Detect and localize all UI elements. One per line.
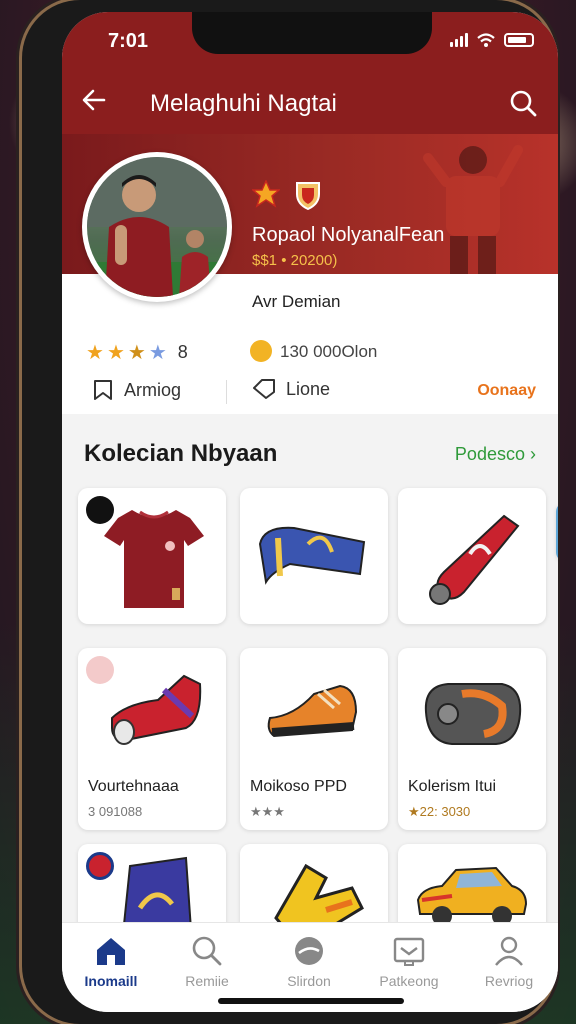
boot-icon [111,674,202,745]
nav-tab-home[interactable]: Inomaill [66,935,156,989]
collection-item-card[interactable]: Moikoso PPD ★★★ [240,648,388,830]
item-meta: ★★★ [250,804,285,819]
nav-label: Inomaill [84,973,138,989]
inbox-icon [393,937,425,966]
nav-label: Slirdon [287,973,331,989]
collection-item-card[interactable] [240,488,388,624]
profile-action-row: Armiog Lione Oonaay [62,370,558,414]
scarf-icon [258,526,366,585]
collection-section-header: Kolecian Nbyaan Podesco › [62,414,558,484]
nav-label: Revriog [484,973,534,989]
page-title: Melaghuhi Nagtai [150,90,337,117]
star-filled-icon: ★ [106,341,125,364]
ball-icon [295,937,323,965]
search-icon [510,90,537,117]
camera-notch [192,12,432,54]
nav-label: Patkeong [379,973,439,989]
item-meta: ★22: 3030 [408,804,471,819]
rating-number: 8 [177,342,188,362]
action-secondary-label: Lione [286,378,331,399]
avatar-photo [87,157,227,297]
app-bar: Melaghuhi Nagtai [62,72,558,134]
club-shield-icon [296,182,320,210]
arrow-left-icon [82,89,106,111]
shin-guard-icon [429,514,520,605]
collection-item-card-partial[interactable] [556,502,558,562]
player-avatar[interactable] [82,152,232,302]
action-button-secondary[interactable]: Lione [252,378,330,400]
status-bar: 7:01 [62,12,558,72]
player-market-value: $$1 • 20200) [252,252,338,269]
collection-item-card[interactable]: Kolerism Itui ★22: 3030 [398,648,546,830]
back-button[interactable] [80,86,112,118]
collection-item-card[interactable] [78,488,226,624]
player-portrait-icon [87,157,227,297]
club-badge-icon [86,852,114,880]
player-silhouette-icon [423,145,523,274]
player-name: Ropaol Nolyanal‌Fean [252,224,445,246]
home-indicator[interactable] [218,998,404,1004]
action-primary-label: Armiog [124,379,182,400]
item-name: Vourtehnaaa [88,778,179,795]
section-link-label: Podesco [454,444,525,464]
member-label: Avr Demian [252,292,341,311]
item-name: Kolerism Itui [408,778,497,795]
wifi-icon [477,33,495,47]
divider [226,380,227,404]
coin-icon [250,340,272,362]
shoe-icon [267,684,358,738]
search-icon [192,936,222,966]
status-time: 7:01 [108,30,149,52]
home-icon [97,938,125,965]
search-button[interactable] [508,88,538,118]
app-screen: 7:01 Melaghuhi Nagtai [62,12,558,1012]
star-filled-icon: ★ [86,341,104,364]
bookmark-icon [94,380,112,400]
glove-icon [424,683,522,745]
jersey-icon [104,510,204,608]
nav-tab-search[interactable]: Remiie [162,935,252,989]
section-see-all-link[interactable]: Podesco › [455,444,536,465]
rating-stars: ★ ★ ★ ★ 8 [86,342,188,363]
tag-icon [253,379,275,399]
action-link-orange[interactable]: Oonaay [477,382,536,400]
phone-frame: 7:01 Melaghuhi Nagtai [22,0,558,1024]
team-crest-icon [252,180,280,208]
profile-icon [495,936,523,966]
nav-tab-inbox[interactable]: Patkeong [364,935,454,989]
star-filled-icon: ★ [127,341,146,364]
item-name: Moikoso PPD [250,778,347,795]
coin-balance: 130 000Olon [280,342,378,361]
action-button-primary[interactable]: Armiog [92,378,181,402]
status-icons [450,32,534,48]
section-title: Kolecian Nbyaan [84,440,278,467]
signal-icon [450,33,468,47]
chevron-right-icon: › [530,444,536,464]
star-empty-icon: ★ [148,341,167,364]
nav-tab-ball[interactable]: Slirdon [264,935,354,989]
nav-label: Remiie [185,973,229,989]
collection-item-card[interactable]: Vourtehnaaa 3 091088 [78,648,226,830]
nav-tab-profile[interactable]: Revriog [464,935,554,989]
collection-item-card[interactable] [398,488,546,624]
item-meta: 3 091088 [88,804,143,819]
battery-icon [504,33,534,47]
